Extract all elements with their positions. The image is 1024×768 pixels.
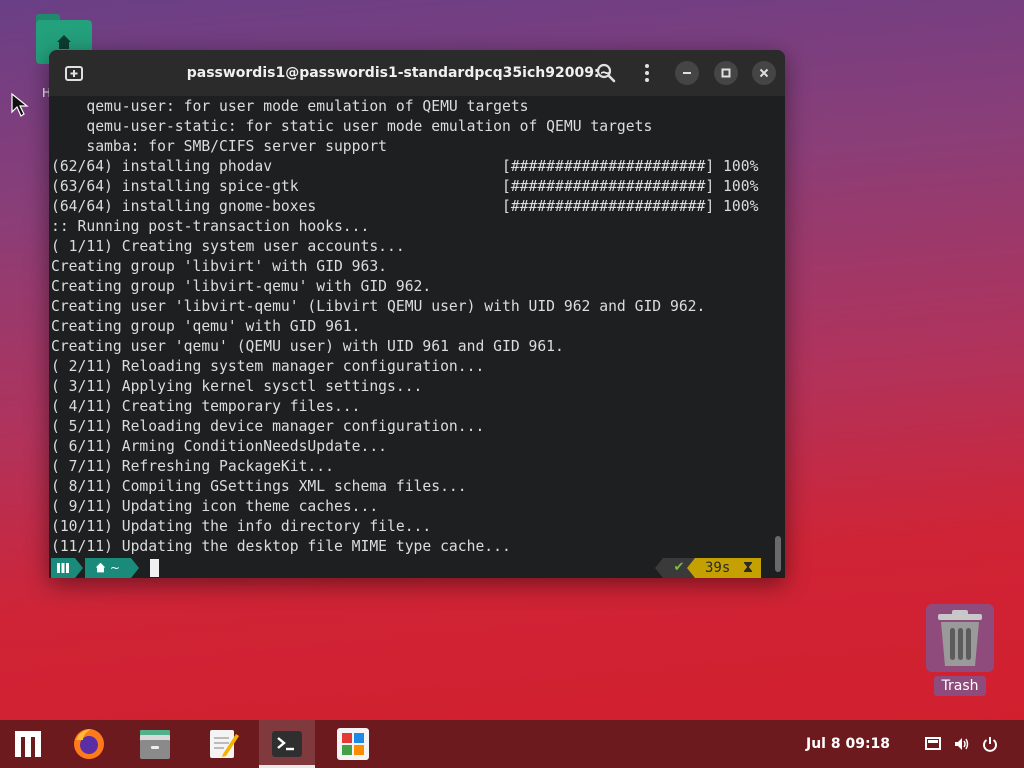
close-button[interactable] [752,61,776,85]
software-center-icon [337,728,369,760]
close-icon [759,68,769,78]
text-cursor [150,559,159,577]
software-center-launcher[interactable] [325,720,381,768]
text-editor-launcher[interactable] [195,720,251,768]
firefox-launcher[interactable] [61,720,117,768]
taskbar: Jul 8 09:18 [0,720,1024,768]
terminal-line: Creating group 'libvirt-qemu' with GID 9… [51,278,432,295]
terminal-line: ( 8/11) Compiling GSettings XML schema f… [51,478,467,495]
power-icon[interactable] [981,735,999,753]
terminal-output[interactable]: qemu-user: for user mode emulation of QE… [49,96,777,558]
terminal-line: qemu-user-static: for static user mode e… [51,118,653,135]
terminal-line: ( 6/11) Arming ConditionNeedsUpdate... [51,438,388,455]
terminal-line: ( 7/11) Refreshing PackageKit... [51,458,334,475]
minimize-icon [683,72,691,74]
prompt-os-segment [51,558,75,578]
home-icon [95,562,106,573]
terminal-line: ( 4/11) Creating temporary files... [51,398,361,415]
hourglass-icon [743,562,752,572]
desktop-trash[interactable]: Trash [926,604,994,696]
file-manager-icon [140,730,170,759]
terminal-line: samba: for SMB/CIFS server support [51,138,388,155]
terminal-line: (62/64) installing phodav [#############… [51,158,759,175]
manjaro-logo-icon [57,563,69,573]
terminal-line: Creating user 'libvirt-qemu' (Libvirt QE… [51,298,706,315]
terminal-line: Creating group 'qemu' with GID 961. [51,318,361,335]
firefox-icon [74,729,104,759]
new-tab-icon[interactable] [63,62,85,84]
volume-icon[interactable] [953,735,971,753]
terminal-line: ( 1/11) Creating system user accounts... [51,238,405,255]
terminal-icon [272,731,302,757]
terminal-window[interactable]: passwordis1@passwordis1-standardpcq35ich… [49,50,785,578]
text-editor-icon [210,730,239,758]
terminal-line: (11/11) Updating the desktop file MIME t… [51,538,511,555]
minimize-button[interactable] [675,61,699,85]
terminal-line: Creating group 'libvirt' with GID 963. [51,258,388,275]
elapsed-time: 39s [705,560,731,576]
window-title: passwordis1@passwordis1-standardpcq35ich… [186,65,612,81]
terminal-launcher[interactable] [259,720,315,768]
mouse-pointer-icon [11,92,29,117]
display-tray-icon[interactable] [924,735,942,753]
trash-label: Trash [934,676,986,696]
search-icon[interactable] [595,62,617,84]
manjaro-menu-icon [15,731,41,757]
elapsed-time-segment: 39s [695,558,761,578]
terminal-line: ( 3/11) Applying kernel sysctl settings.… [51,378,423,395]
terminal-line: Creating user 'qemu' (QEMU user) with UI… [51,338,564,355]
prompt-dir-segment: ~ [85,558,131,578]
terminal-line: ( 5/11) Reloading device manager configu… [51,418,485,435]
terminal-line: (64/64) installing gnome-boxes [########… [51,198,759,215]
terminal-line: ( 2/11) Reloading system manager configu… [51,358,485,375]
terminal-line: :: Running post-transaction hooks... [51,218,370,235]
clock[interactable]: Jul 8 09:18 [806,720,890,768]
kebab-menu-icon[interactable] [636,62,658,84]
title-bar[interactable]: passwordis1@passwordis1-standardpcq35ich… [49,50,785,96]
app-menu-button[interactable] [0,720,56,768]
terminal-line: (10/11) Updating the info directory file… [51,518,432,535]
shell-prompt[interactable]: ~ ✔ 39s [49,558,777,578]
terminal-line: (63/64) installing spice-gtk [##########… [51,178,759,195]
maximize-button[interactable] [714,61,738,85]
terminal-line: qemu-user: for user mode emulation of QE… [51,98,529,115]
maximize-icon [721,68,731,78]
house-icon [57,35,71,49]
prompt-dir: ~ [109,561,120,575]
trash-icon [938,610,982,666]
terminal-line: ( 9/11) Updating icon theme caches... [51,498,379,515]
files-launcher[interactable] [127,720,183,768]
